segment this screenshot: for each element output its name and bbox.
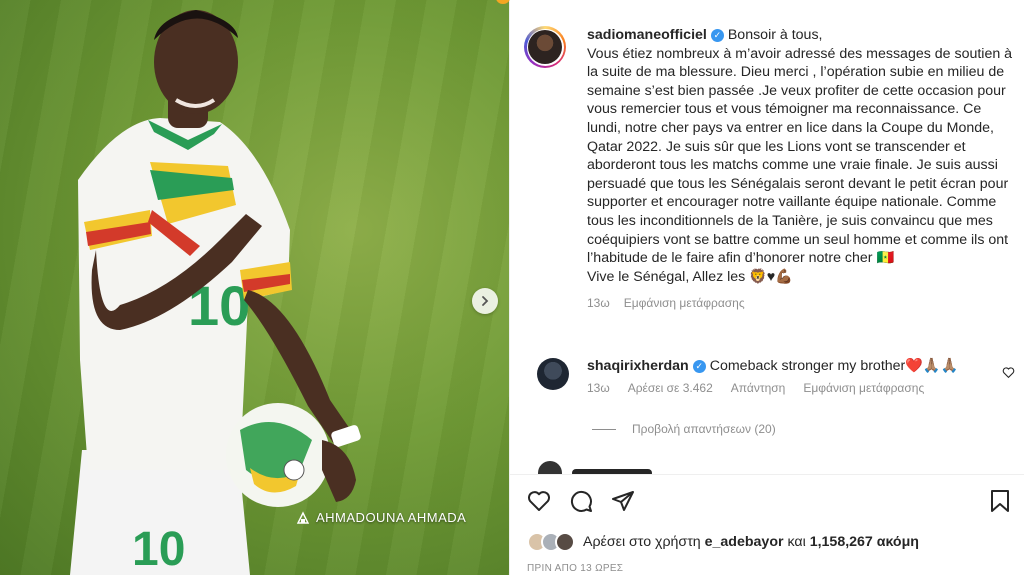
caption-closing: Vive le Sénégal, Allez les 🦁♥💪🏾	[587, 268, 793, 285]
watermark-text: AHMADOUNA AHMADA	[316, 510, 467, 525]
comment-text: Comeback stronger my brother❤️🙏🏽🙏🏽	[709, 358, 959, 374]
next-photo-button[interactable]	[472, 288, 498, 314]
liked-by-summary: Αρέσει στο χρήστη e_adebayor και 1,158,2…	[527, 532, 919, 552]
caption-paragraph: Vous étiez nombreux à m’avoir adressé de…	[587, 45, 1013, 267]
comment-icon	[570, 490, 592, 512]
share-button[interactable]	[611, 489, 635, 518]
reply-button[interactable]: Απάντηση	[731, 381, 786, 395]
camera-logo-icon	[296, 510, 310, 524]
comment-age: 13ω	[587, 381, 610, 395]
liked-by-prefix: Αρέσει στο χρήστη	[583, 534, 701, 550]
post-timestamp[interactable]: ΠΡΙΝ ΑΠΟ 13 ΩΡΕΣ	[527, 563, 623, 574]
comment-likes-link[interactable]: Αρέσει σε 3.462	[628, 381, 713, 395]
caption-body: sadiomaneofficiel ✓ Bonsoir à tous, Vous é…	[587, 26, 1014, 313]
next-commenter-avatar	[538, 461, 562, 474]
comment-button[interactable]	[569, 489, 593, 518]
caption-greeting: Bonsoir à tous,	[727, 27, 823, 43]
caption-age: 13ω	[587, 296, 610, 311]
post-details-panel: sadiomaneofficiel ✓ Bonsoir à tous, Vous é…	[496, 0, 1024, 575]
replies-divider	[592, 428, 616, 430]
next-comment-peek	[538, 461, 652, 474]
post-viewer: 10 10 AHMADOUNA AHMADA sadiomaneofficiel…	[0, 0, 1024, 575]
like-button[interactable]	[527, 489, 551, 518]
comment-line: shaqirixherdan ✓ Comeback stronger my brot…	[587, 358, 987, 374]
liker-avatar	[555, 532, 575, 552]
author-avatar[interactable]	[524, 26, 566, 68]
comment-like-button[interactable]	[1002, 366, 1015, 384]
comment-meta: 13ω Αρέσει σε 3.462 Απάντηση Εμφάνιση με…	[587, 381, 987, 395]
verified-icon: ✓	[692, 360, 706, 373]
commenter-avatar[interactable]	[537, 358, 569, 390]
action-icons	[527, 489, 635, 518]
liker-avatars[interactable]	[527, 532, 575, 552]
commenter-username[interactable]: shaqirixherdan	[587, 358, 689, 374]
heart-icon	[1002, 367, 1015, 379]
liked-by-count[interactable]: 1,158,267 ακόμη	[810, 534, 919, 550]
comment-body: shaqirixherdan ✓ Comeback stronger my brot…	[587, 358, 987, 395]
avatar-image	[528, 30, 562, 64]
heart-icon	[527, 491, 551, 511]
caption-text: sadiomaneofficiel ✓ Bonsoir à tous, Vous é…	[587, 26, 1014, 286]
caption-meta: 13ω Εμφάνιση μετάφρασης	[587, 294, 1014, 313]
comment-translation-link[interactable]: Εμφάνιση μετάφρασης	[803, 381, 924, 395]
post-photo[interactable]: 10 10 AHMADOUNA AHMADA	[0, 0, 509, 575]
liked-by-user[interactable]: e_adebayor	[705, 534, 784, 550]
svg-text:10: 10	[132, 523, 185, 575]
avatar-border	[526, 28, 564, 66]
view-replies-label: Προβολή απαντήσεων (20)	[632, 422, 776, 436]
player-illustration: 10 10	[70, 10, 361, 575]
chevron-right-icon	[482, 296, 489, 306]
post-caption: sadiomaneofficiel ✓ Bonsoir à tous, Vous é…	[524, 26, 1014, 313]
post-actions: Αρέσει στο χρήστη e_adebayor και 1,158,2…	[510, 474, 1024, 575]
comments-scroll-area[interactable]: sadiomaneofficiel ✓ Bonsoir à tous, Vous é…	[510, 0, 1024, 474]
caption-line-1: sadiomaneofficiel ✓ Bonsoir à tous,	[587, 26, 1014, 45]
share-icon	[612, 491, 634, 511]
save-button[interactable]	[989, 489, 1011, 518]
comment-item: shaqirixherdan ✓ Comeback stronger my brot…	[524, 358, 1014, 395]
author-username[interactable]: sadiomaneofficiel	[587, 27, 707, 43]
liked-by-and: και	[787, 534, 806, 550]
photo-watermark: AHMADOUNA AHMADA	[296, 510, 466, 525]
view-replies-button[interactable]: Προβολή απαντήσεων (20)	[592, 422, 776, 436]
bookmark-icon	[991, 490, 1009, 512]
verified-icon: ✓	[710, 29, 724, 42]
see-translation-link[interactable]: Εμφάνιση μετάφρασης	[624, 294, 745, 313]
